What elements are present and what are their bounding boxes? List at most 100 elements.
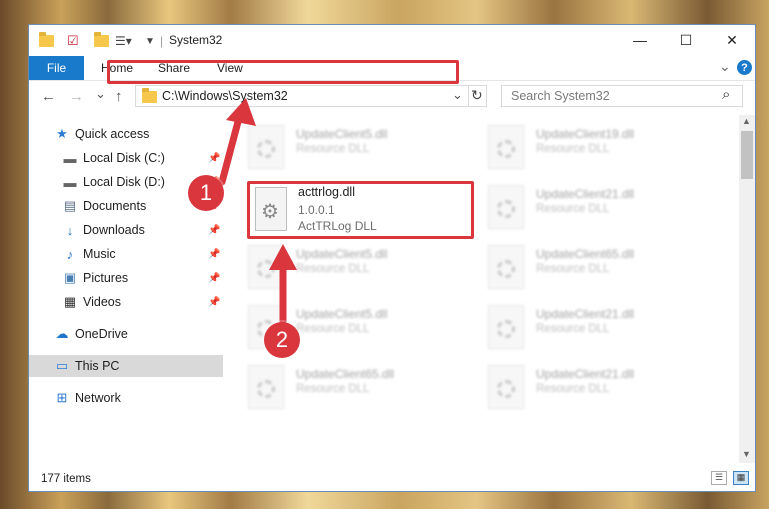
sidebar-item-label: Pictures [83, 271, 129, 285]
minimize-button[interactable]: — [617, 25, 663, 55]
search-placeholder[interactable]: Search System32 [511, 89, 610, 103]
scroll-down-icon[interactable]: ▼ [742, 449, 751, 459]
file-tile[interactable]: UpdateClient65.dll Resource DLL [248, 361, 478, 411]
sidebar-item-label: Videos [83, 295, 121, 309]
forward-button[interactable]: → [69, 88, 84, 105]
search-icon[interactable]: ⌕ [722, 86, 730, 103]
file-name: UpdateClient5.dll [296, 307, 388, 321]
scrollbar-thumb[interactable] [741, 131, 753, 179]
dll-file-icon [488, 185, 524, 229]
file-tile[interactable]: UpdateClient65.dll Resource DLL [488, 241, 718, 291]
title-divider: | [160, 34, 164, 48]
details-view-icon[interactable]: ☰ [711, 471, 727, 485]
file-type: Resource DLL [296, 263, 370, 275]
file-name: UpdateClient21.dll [536, 367, 635, 381]
vertical-scrollbar[interactable]: ▲ ▼ [739, 115, 755, 463]
scroll-up-icon[interactable]: ▲ [742, 116, 751, 126]
title-bar: ☑ ☰▾ ▼ | System32 — ☐ ✕ [29, 25, 755, 56]
customize-toolbar-icon[interactable]: ☰▾ [115, 32, 132, 50]
network-icon: ⊞ [56, 390, 68, 405]
folder-icon [39, 32, 54, 50]
cloud-icon: ☁ [55, 326, 69, 341]
sidebar-item-local-disk-c[interactable]: ▬ Local Disk (C:) 📌 [29, 147, 223, 169]
sidebar-item-label: OneDrive [75, 327, 128, 341]
step-1-badge: 1 [188, 175, 224, 211]
file-tile[interactable]: UpdateClient19.dll Resource DLL [488, 121, 718, 171]
drive-icon: ▬ [63, 174, 77, 190]
file-name: UpdateClient5.dll [296, 127, 388, 141]
file-highlight-box [247, 181, 474, 239]
refresh-icon[interactable]: ↻ [471, 87, 483, 104]
dll-file-icon [248, 125, 284, 169]
dll-file-icon [488, 125, 524, 169]
file-tile[interactable]: UpdateClient5.dll Resource DLL [248, 241, 478, 291]
address-bar[interactable]: C:\Windows\System32 ⌄ ↻ [135, 85, 487, 107]
file-type: Resource DLL [536, 143, 610, 155]
file-tile[interactable]: UpdateClient21.dll Resource DLL [488, 361, 718, 411]
sidebar-item-label: Music [83, 247, 116, 261]
sidebar-item-downloads[interactable]: ↓ Downloads 📌 [29, 219, 223, 241]
file-name: UpdateClient65.dll [536, 247, 635, 261]
pin-icon[interactable]: 📌 [208, 297, 220, 308]
sidebar-item-music[interactable]: ♪ Music 📌 [29, 243, 223, 265]
sidebar-item-videos[interactable]: ▦ Videos 📌 [29, 291, 223, 313]
sidebar-item-onedrive[interactable]: ☁ OneDrive [29, 323, 223, 345]
pin-icon[interactable]: 📌 [208, 153, 220, 164]
file-type: Resource DLL [536, 323, 610, 335]
file-name: UpdateClient21.dll [536, 307, 635, 321]
file-name: UpdateClient5.dll [296, 247, 388, 261]
download-icon: ↓ [66, 222, 74, 238]
address-highlight-box [107, 60, 459, 84]
sidebar-item-this-pc[interactable]: ▭ This PC [29, 355, 223, 377]
sidebar-item-network[interactable]: ⊞ Network [29, 387, 223, 409]
pin-icon[interactable]: 📌 [208, 249, 220, 260]
file-list: UpdateClient5.dll Resource DLL UpdateCli… [234, 115, 739, 463]
file-tile[interactable]: UpdateClient21.dll Resource DLL [488, 181, 718, 231]
up-button[interactable]: ↑ [115, 88, 123, 105]
file-tab[interactable]: File [29, 56, 84, 80]
dll-file-icon [248, 365, 284, 409]
address-folder-icon [142, 88, 157, 106]
pin-icon[interactable]: 📌 [208, 225, 220, 236]
status-bar: 177 items ☰ ▦ [29, 469, 755, 491]
sidebar-item-quick-access[interactable]: ★ Quick access [29, 123, 223, 145]
address-divider [468, 86, 469, 106]
address-dropdown-icon[interactable]: ⌄ [452, 87, 463, 103]
navigation-pane: ★ Quick access ▬ Local Disk (C:) 📌 ▬ Loc… [29, 115, 224, 463]
music-icon: ♪ [66, 246, 74, 262]
recent-locations-button[interactable]: ⌄ [95, 86, 106, 102]
step-2-badge: 2 [264, 322, 300, 358]
properties-icon[interactable]: ☑ [67, 32, 79, 50]
pin-icon[interactable]: 📌 [208, 273, 220, 284]
pictures-icon: ▣ [63, 270, 77, 285]
file-type: Resource DLL [296, 323, 370, 335]
file-tile[interactable]: UpdateClient21.dll Resource DLL [488, 301, 718, 351]
sidebar-item-label: Documents [83, 199, 147, 213]
file-name: UpdateClient21.dll [536, 187, 635, 201]
file-type: Resource DLL [296, 143, 370, 155]
sidebar-item-pictures[interactable]: ▣ Pictures 📌 [29, 267, 223, 289]
dll-file-icon [488, 365, 524, 409]
quick-access-dropdown-icon[interactable]: ▼ [145, 32, 155, 50]
computer-icon: ▭ [55, 358, 69, 373]
sidebar-item-label: Network [75, 391, 121, 405]
dll-file-icon [488, 245, 524, 289]
file-tile[interactable]: UpdateClient5.dll Resource DLL [248, 121, 478, 171]
expand-ribbon-icon[interactable]: ⌄ [719, 58, 731, 75]
file-type: Resource DLL [536, 203, 610, 215]
tiles-view-icon[interactable]: ▦ [733, 471, 749, 485]
help-icon[interactable]: ? [737, 60, 752, 75]
explorer-window: ☑ ☰▾ ▼ | System32 — ☐ ✕ File Home Share … [28, 24, 756, 492]
documents-icon: ▤ [63, 198, 77, 213]
window-title: System32 [169, 33, 223, 47]
address-path[interactable]: C:\Windows\System32 [162, 89, 288, 103]
back-button[interactable]: ← [41, 88, 56, 105]
sidebar-item-label: Downloads [83, 223, 145, 237]
search-box[interactable]: Search System32 ⌕ [501, 85, 743, 107]
sidebar-item-label: Local Disk (D:) [83, 175, 165, 189]
maximize-button[interactable]: ☐ [663, 25, 709, 55]
close-button[interactable]: ✕ [709, 25, 755, 55]
item-count: 177 items [41, 473, 91, 485]
file-name: UpdateClient65.dll [296, 367, 395, 381]
new-folder-icon[interactable] [94, 32, 109, 50]
